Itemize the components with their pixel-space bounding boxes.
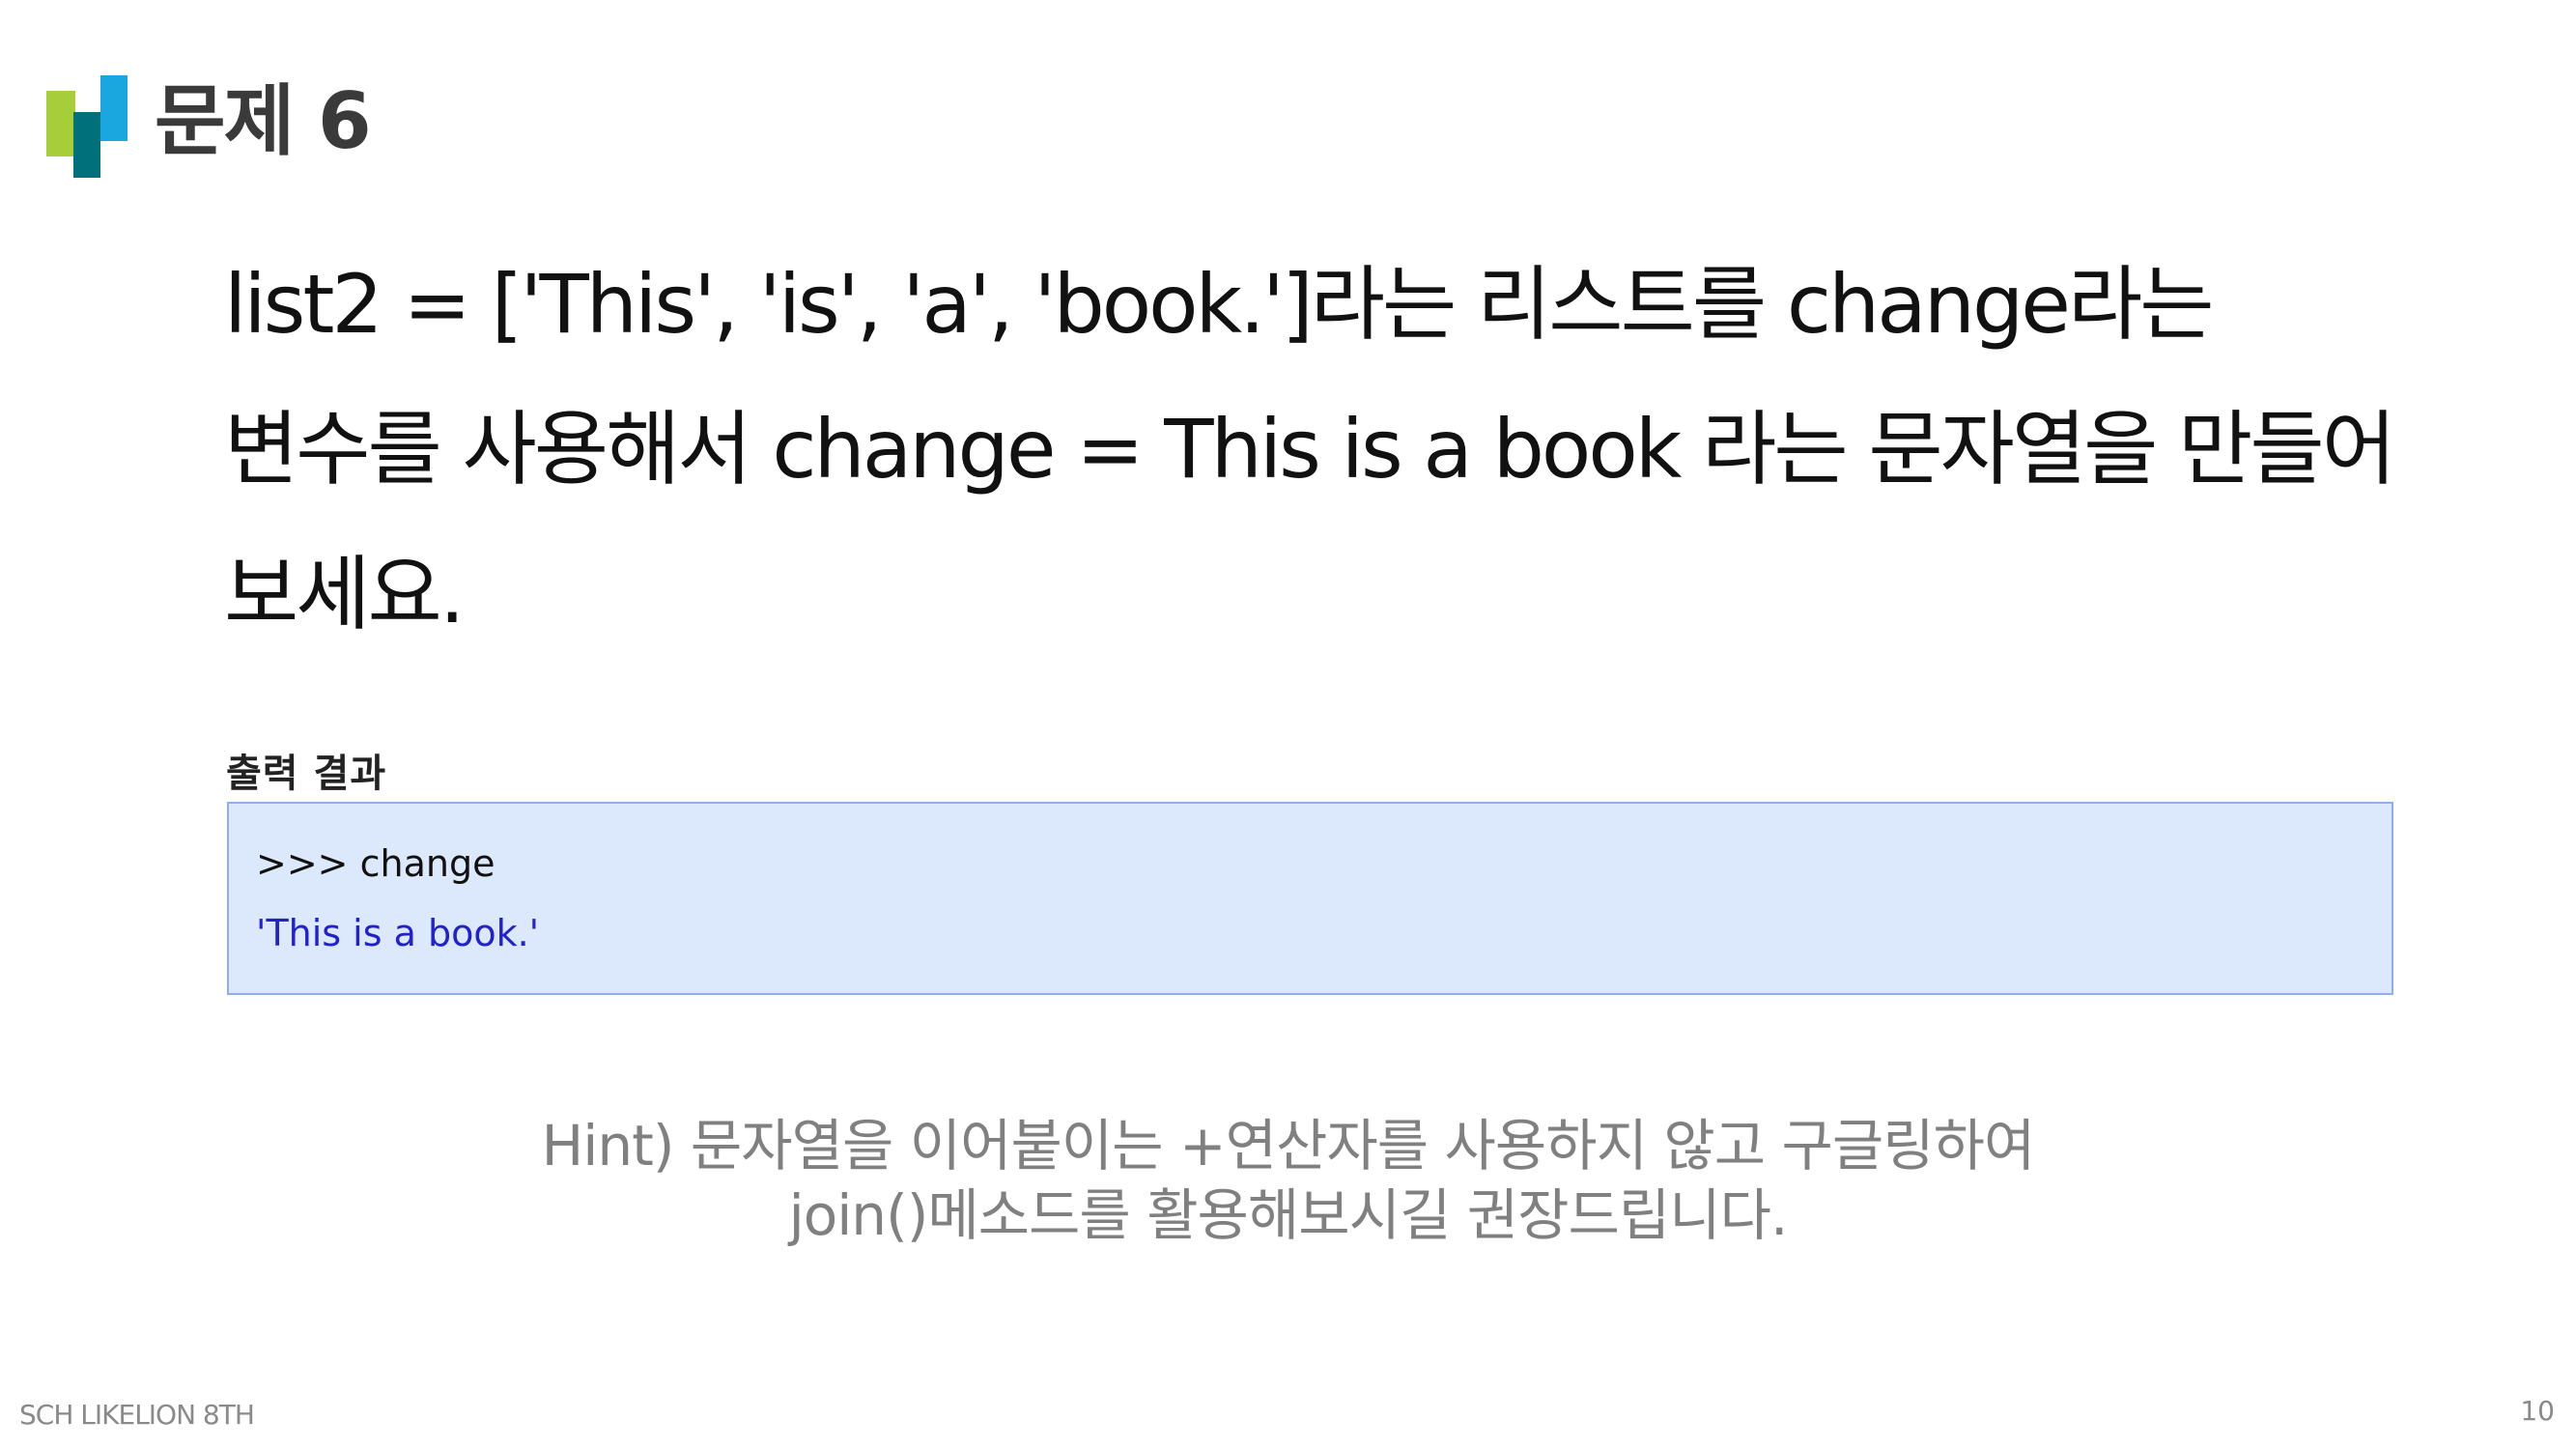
question-line: 변수를 사용해서 change = This is a book 라는 문자열을… <box>224 402 2396 497</box>
footer-org: SCH LIKELION 8TH <box>19 1399 255 1431</box>
hint-text: Hint) 문자열을 이어붙이는 +연산자를 사용하지 않고 구글링하여 joi… <box>0 1111 2576 1250</box>
output-box: >>> change 'This is a book.' <box>227 802 2393 995</box>
output-prompt-line: >>> change <box>256 842 495 885</box>
question-line: list2 = ['This', 'is', 'a', 'book.']라는 리… <box>224 257 2215 352</box>
page-number: 10 <box>2520 1395 2555 1427</box>
output-result-line: 'This is a book.' <box>256 912 540 954</box>
question-text: list2 = ['This', 'is', 'a', 'book.']라는 리… <box>224 232 2446 667</box>
logo-bar-blue <box>100 75 127 141</box>
logo-bar-teal <box>73 112 100 178</box>
hint-line: join()메소드를 활용해보시길 권장드립니다. <box>788 1182 1789 1248</box>
output-label: 출력 결과 <box>226 752 387 796</box>
slide-title: 문제 6 <box>155 76 372 166</box>
bar-logo-icon <box>46 75 127 178</box>
question-line: 보세요. <box>224 547 466 641</box>
logo-bar-green <box>46 91 75 156</box>
hint-line: Hint) 문자열을 이어붙이는 +연산자를 사용하지 않고 구글링하여 <box>541 1113 2036 1179</box>
